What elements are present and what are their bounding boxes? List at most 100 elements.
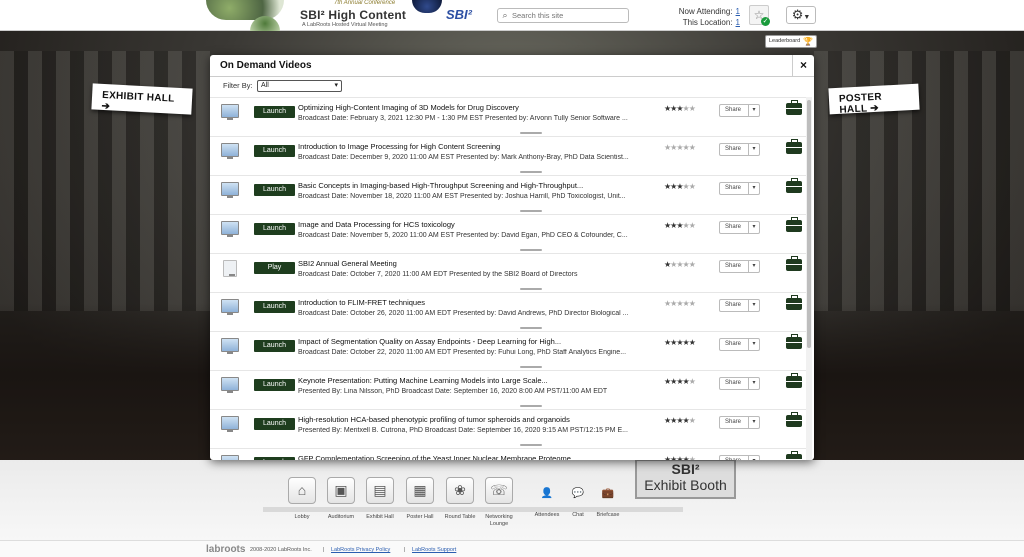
video-title[interactable]: Image and Data Processing for HCS toxico…	[298, 220, 653, 229]
sbi-exhibit-booth[interactable]: SBI² Exhibit Booth	[635, 459, 736, 499]
labroots-logo[interactable]: labroots	[206, 544, 245, 555]
video-title[interactable]: GFP Complementation Screening of the Yea…	[298, 454, 653, 460]
site-search[interactable]: ⌕	[497, 8, 629, 23]
star-rating[interactable]: ★★★★★	[664, 104, 696, 113]
poster-icon: ▦	[406, 477, 434, 504]
share-button[interactable]: Share ▾	[719, 143, 760, 156]
share-label: Share	[725, 380, 742, 386]
video-list: Launch Optimizing High-Content Imaging of…	[210, 97, 806, 460]
share-button[interactable]: Share ▾	[719, 182, 760, 195]
share-label: Share	[725, 458, 741, 460]
share-button[interactable]: Share ▾	[719, 104, 760, 117]
video-title[interactable]: High-resolution HCA-based phenotypic pro…	[298, 415, 653, 424]
table-row: Launch High-resolution HCA-based phenotyp…	[210, 409, 806, 448]
chat-bubbles-icon: ☏	[485, 477, 513, 504]
briefcase-icon[interactable]	[786, 139, 802, 154]
briefcase-icon[interactable]	[786, 373, 802, 388]
briefcase-icon[interactable]	[786, 334, 802, 349]
star-rating[interactable]: ★★★★★	[664, 143, 696, 152]
share-label: Share	[725, 146, 742, 152]
star-rating[interactable]: ★★★★★	[664, 338, 696, 347]
share-button[interactable]: Share ▾	[719, 455, 760, 460]
launch-button[interactable]: Play	[254, 262, 295, 274]
star-rating[interactable]: ★★★★★	[664, 221, 696, 230]
row-grip	[520, 210, 542, 212]
separator: |	[323, 547, 325, 553]
conference-tagline: A LabRoots Hosted Virtual Meeting	[302, 22, 388, 28]
share-button[interactable]: Share ▾	[719, 260, 760, 273]
share-button[interactable]: Share ▾	[719, 377, 760, 390]
privacy-policy-link[interactable]: LabRoots Privacy Policy	[331, 547, 390, 553]
table-row: Launch Impact of Segmentation Quality on …	[210, 331, 806, 370]
launch-button[interactable]: Launch	[254, 457, 295, 460]
poster-hall-sign[interactable]: POSTER HALL ➔	[828, 83, 920, 116]
star-rating[interactable]: ★★★★★	[664, 299, 696, 308]
share-button[interactable]: Share ▾	[719, 221, 760, 234]
share-button[interactable]: Share ▾	[719, 338, 760, 351]
nav-networking-lounge[interactable]: ☏ Networking Lounge	[479, 477, 519, 528]
briefcase-icon[interactable]	[786, 178, 802, 193]
star-rating[interactable]: ★★★★★	[664, 260, 696, 269]
briefcase-icon[interactable]	[786, 256, 802, 271]
briefcase-icon[interactable]	[786, 451, 802, 460]
briefcase-icon: 💼	[601, 488, 615, 499]
chat-icon: 💬	[571, 488, 585, 499]
this-location-count[interactable]: 1	[736, 18, 740, 27]
video-title[interactable]: SBI2 Annual General Meeting	[298, 259, 653, 268]
row-grip	[520, 132, 542, 134]
video-title[interactable]: Introduction to Image Processing for Hig…	[298, 142, 653, 151]
star-rating[interactable]: ★★★★★	[664, 377, 696, 386]
star-rating[interactable]: ★★★★★	[664, 182, 696, 191]
search-input[interactable]	[512, 11, 622, 20]
nav-label: Exhibit Hall	[366, 514, 394, 520]
launch-button[interactable]: Launch	[254, 106, 295, 118]
user-avatar[interactable]: ☆ ✓	[749, 5, 770, 26]
nav-briefcase[interactable]: 💼 Briefcase	[588, 477, 628, 519]
briefcase-icon[interactable]	[786, 295, 802, 310]
filter-select[interactable]: All ▾	[257, 80, 342, 92]
video-title[interactable]: Optimizing High-Content Imaging of 3D Mo…	[298, 103, 653, 112]
exhibit-hall-sign[interactable]: EXHIBIT HALL ➔	[91, 83, 193, 115]
row-grip	[520, 249, 542, 251]
launch-button[interactable]: Launch	[254, 340, 295, 352]
video-title[interactable]: Impact of Segmentation Quality on Assay …	[298, 337, 653, 346]
monitor-icon	[221, 104, 239, 120]
leaderboard-label: Leaderboard	[769, 38, 801, 44]
filter-label: Filter By:	[223, 81, 253, 90]
video-title[interactable]: Basic Concepts in Imaging-based High-Thr…	[298, 181, 653, 190]
table-row: Launch Introduction to FLIM-FRET techniqu…	[210, 292, 806, 331]
close-button[interactable]: ×	[792, 55, 814, 77]
launch-button[interactable]: Launch	[254, 145, 295, 157]
launch-button[interactable]: Launch	[254, 418, 295, 430]
nav-exhibit-hall[interactable]: ▤ Exhibit Hall	[360, 477, 400, 521]
briefcase-icon[interactable]	[786, 412, 802, 427]
video-title[interactable]: Keynote Presentation: Putting Machine Le…	[298, 376, 653, 385]
video-description: Broadcast Date: October 26, 2020 11:00 A…	[298, 310, 629, 317]
nav-poster-hall[interactable]: ▦ Poster Hall	[400, 477, 440, 521]
briefcase-icon[interactable]	[786, 100, 802, 115]
star-rating[interactable]: ★★★★★	[664, 416, 696, 425]
briefcase-icon[interactable]	[786, 217, 802, 232]
video-title[interactable]: Introduction to FLIM-FRET techniques	[298, 298, 653, 307]
share-button[interactable]: Share ▾	[719, 416, 760, 429]
support-link[interactable]: LabRoots Support	[412, 547, 456, 553]
leaderboard-button[interactable]: Leaderboard 🏆	[765, 35, 817, 48]
launch-button[interactable]: Launch	[254, 184, 295, 196]
nav-lobby[interactable]: ⌂ Lobby	[282, 477, 322, 521]
now-attending-count[interactable]: 1	[736, 7, 740, 16]
share-label: Share	[725, 107, 742, 113]
share-button[interactable]: Share ▾	[719, 299, 760, 312]
settings-button[interactable]: ⚙▼	[786, 6, 816, 24]
nav-label: Round Table	[444, 514, 476, 520]
nav-auditorium[interactable]: ▣ Auditorium	[321, 477, 361, 521]
star-rating[interactable]: ★★★★★	[664, 455, 696, 460]
conference-subtitle: 7th Annual Conference	[334, 0, 396, 6]
launch-button[interactable]: Launch	[254, 379, 295, 391]
scrollbar[interactable]	[806, 97, 812, 460]
nav-round-table[interactable]: ❀ Round Table	[440, 477, 480, 521]
launch-button[interactable]: Launch	[254, 223, 295, 235]
house-icon: ⌂	[288, 477, 316, 504]
table-row: Launch Introduction to Image Processing f…	[210, 136, 806, 175]
launch-button[interactable]: Launch	[254, 301, 295, 313]
scrollbar-thumb[interactable]	[807, 100, 811, 348]
